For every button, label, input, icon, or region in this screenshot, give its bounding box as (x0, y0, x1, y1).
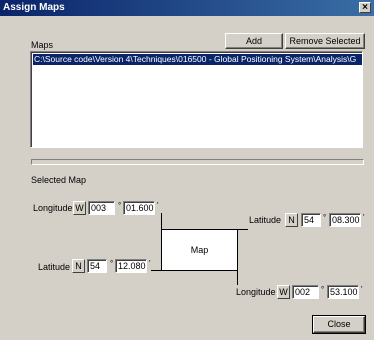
title-bar: Assign Maps × (0, 0, 374, 16)
window-title: Assign Maps (3, 2, 65, 13)
close-icon[interactable]: × (359, 2, 371, 13)
minute-symbol: ' (361, 285, 363, 294)
remove-selected-button[interactable]: Remove Selected (285, 33, 365, 49)
section-divider (31, 159, 364, 165)
maps-label: Maps (31, 40, 54, 50)
minute-symbol: ' (363, 213, 365, 222)
top-left-longitude-min-field[interactable]: 01.600 (123, 201, 155, 215)
top-left-longitude-dir-button[interactable]: W (73, 201, 86, 215)
degree-symbol: ° (323, 213, 327, 222)
selected-map-label: Selected Map (31, 175, 87, 185)
minute-symbol: ' (149, 259, 151, 268)
bottom-right-longitude-label: Longitude (236, 287, 276, 297)
bottom-left-latitude-deg-field[interactable]: 54 (87, 259, 107, 273)
list-item-selected[interactable]: C:\Source code\Version 4\Techniques\0165… (33, 54, 362, 65)
close-button[interactable]: Close (312, 315, 366, 334)
top-left-corner-tick (161, 213, 162, 229)
minute-symbol: ' (157, 201, 159, 210)
top-right-corner-tick (238, 229, 248, 230)
assign-maps-dialog: Assign Maps × Maps Add Remove Selected C… (0, 0, 374, 340)
bottom-left-latitude-min-field[interactable]: 12.080 (115, 259, 147, 273)
top-right-latitude-dir-button[interactable]: N (285, 213, 298, 227)
bottom-right-longitude-dir-button[interactable]: W (277, 285, 290, 299)
top-left-longitude-label: Longitude (33, 203, 73, 213)
top-right-latitude-min-field[interactable]: 08.300 (329, 213, 361, 227)
map-preview: Map (161, 229, 238, 271)
top-right-latitude-label: Latitude (249, 215, 282, 225)
bottom-left-corner-tick (151, 270, 161, 271)
maps-listbox[interactable]: C:\Source code\Version 4\Techniques\0165… (30, 51, 363, 148)
bottom-right-corner-tick (237, 271, 238, 285)
bottom-right-longitude-deg-field[interactable]: 002 (292, 285, 319, 299)
bottom-left-latitude-label: Latitude (38, 262, 71, 272)
bottom-left-latitude-dir-button[interactable]: N (72, 259, 85, 273)
top-right-latitude-deg-field[interactable]: 54 (301, 213, 321, 227)
top-left-longitude-deg-field[interactable]: 003 (88, 201, 115, 215)
degree-symbol: ° (321, 285, 325, 294)
add-button[interactable]: Add (225, 33, 283, 49)
degree-symbol: ° (110, 259, 114, 268)
map-label: Map (190, 245, 209, 255)
degree-symbol: ° (118, 201, 122, 210)
bottom-right-longitude-min-field[interactable]: 53.100 (327, 285, 359, 299)
